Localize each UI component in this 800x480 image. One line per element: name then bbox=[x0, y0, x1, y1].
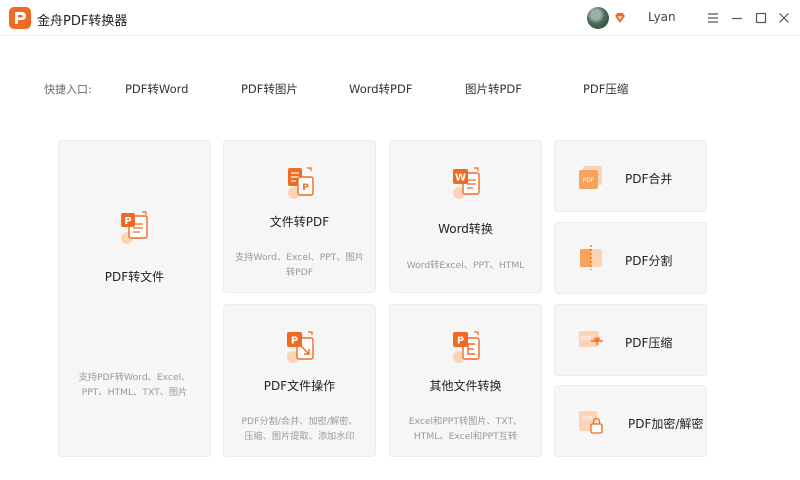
svg-text:PDF: PDF bbox=[583, 177, 595, 184]
avatar[interactable] bbox=[587, 7, 609, 29]
svg-text:W: W bbox=[455, 173, 466, 184]
card-title: PDF加密/解密 bbox=[628, 417, 704, 431]
svg-text:P: P bbox=[302, 183, 309, 193]
quick-link-image-to-pdf[interactable]: 图片转PDF bbox=[465, 81, 522, 97]
app-title: 金舟PDF转换器 bbox=[37, 14, 128, 29]
card-description: Word转Excel、PPT、HTML bbox=[406, 260, 525, 271]
svg-text:PDF: PDF bbox=[582, 416, 593, 422]
card-title: 文件转PDF bbox=[269, 215, 330, 229]
minimize-icon[interactable] bbox=[728, 9, 746, 27]
maximize-icon[interactable] bbox=[752, 9, 770, 27]
svg-text:PDF: PDF bbox=[581, 336, 592, 342]
pdf-to-file-icon: P bbox=[121, 211, 148, 244]
svg-text:P: P bbox=[457, 336, 464, 347]
card-title: PDF转文件 bbox=[104, 270, 165, 284]
pdf-lock-icon: PDF bbox=[579, 411, 603, 434]
title-bar: 金舟PDF转换器 Lyan bbox=[0, 0, 800, 36]
vip-diamond-icon[interactable] bbox=[612, 10, 628, 26]
quick-link-pdf-to-word[interactable]: PDF转Word bbox=[125, 81, 188, 97]
card-description: 支持Word、Excel、PPT、图片 转PDF bbox=[235, 252, 364, 278]
card-title: Word转换 bbox=[438, 222, 493, 236]
word-convert-icon: W bbox=[453, 167, 480, 199]
pdf-split-icon bbox=[580, 245, 602, 270]
card-pdf-merge[interactable]: PDF PDF合并 bbox=[554, 140, 707, 212]
card-title: PDF合并 bbox=[625, 172, 673, 186]
card-pdf-encrypt-decrypt[interactable]: PDF PDF加密/解密 bbox=[554, 385, 707, 457]
quick-link-word-to-pdf[interactable]: Word转PDF bbox=[349, 81, 412, 97]
card-description: 支持PDF转Word、Excel、 PPT、HTML、TXT、图片 bbox=[78, 372, 191, 398]
user-name[interactable]: Lyan bbox=[648, 10, 676, 24]
svg-text:P: P bbox=[291, 336, 298, 347]
other-file-convert-icon: P bbox=[453, 331, 480, 363]
card-description: PDF分割/合并、加密/解密、 压缩、图片提取、添加水印 bbox=[241, 416, 358, 442]
card-title: 其他文件转换 bbox=[429, 379, 502, 393]
pdf-merge-icon: PDF bbox=[579, 166, 602, 189]
card-pdf-to-file[interactable]: P PDF转文件 支持PDF转Word、Excel、 PPT、HTML、TXT、… bbox=[58, 140, 211, 457]
pdf-compress-icon: PDF bbox=[579, 331, 603, 347]
card-title: PDF分割 bbox=[625, 254, 673, 268]
close-icon[interactable] bbox=[775, 9, 793, 27]
quick-entry-label: 快捷入口: bbox=[44, 83, 92, 96]
app-logo-icon bbox=[9, 7, 31, 29]
card-pdf-split[interactable]: PDF分割 bbox=[554, 222, 707, 294]
card-title: PDF文件操作 bbox=[263, 379, 336, 393]
pdf-file-operations-icon: P bbox=[287, 331, 314, 363]
card-file-to-pdf[interactable]: P 文件转PDF 支持Word、Excel、PPT、图片 转PDF bbox=[223, 140, 376, 293]
card-description: Excel和PPT转图片、TXT、 HTML、Excel和PPT互转 bbox=[408, 416, 523, 442]
quick-link-pdf-to-image[interactable]: PDF转图片 bbox=[241, 81, 298, 97]
card-other-file-convert[interactable]: P 其他文件转换 Excel和PPT转图片、TXT、 HTML、Excel和PP… bbox=[389, 304, 542, 457]
svg-text:P: P bbox=[124, 216, 131, 227]
quick-link-pdf-compress[interactable]: PDF压缩 bbox=[583, 81, 628, 97]
menu-icon[interactable] bbox=[704, 9, 722, 27]
card-title: PDF压缩 bbox=[625, 336, 673, 350]
file-to-pdf-icon: P bbox=[288, 167, 314, 199]
card-pdf-file-operations[interactable]: P PDF文件操作 PDF分割/合并、加密/解密、 压缩、图片提取、添加水印 bbox=[223, 304, 376, 457]
card-pdf-compress[interactable]: PDF PDF压缩 bbox=[554, 304, 707, 376]
card-word-convert[interactable]: W Word转换 Word转Excel、PPT、HTML bbox=[389, 140, 542, 293]
